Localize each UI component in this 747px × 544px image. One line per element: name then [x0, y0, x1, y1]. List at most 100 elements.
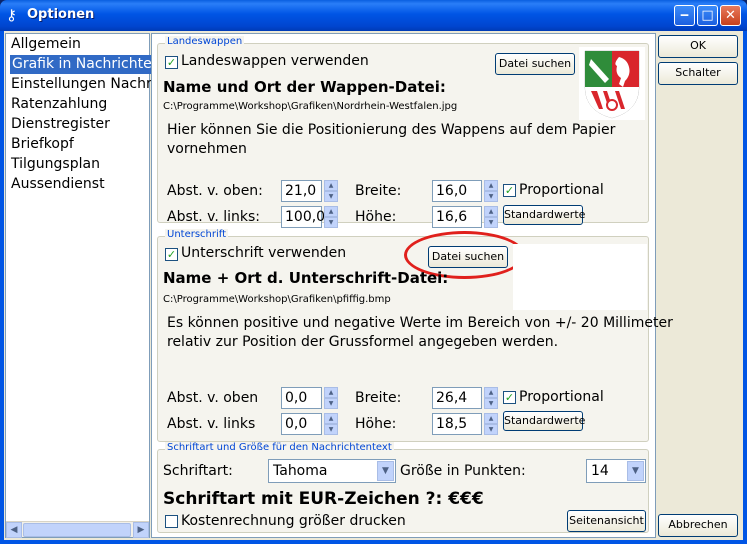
- coat-of-arms-image: [579, 47, 645, 120]
- spin-up-icon[interactable]: ▲: [484, 206, 498, 217]
- unterschrift-group-label: Unterschrift: [165, 229, 229, 240]
- landeswappen-breite-input[interactable]: 16,0: [432, 180, 482, 202]
- landeswappen-checkbox[interactable]: ✓: [165, 56, 178, 69]
- unterschrift-hint-line1: Es können positive und negative Werte im…: [167, 315, 673, 331]
- ok-button[interactable]: OK: [658, 35, 738, 58]
- spin-up-icon[interactable]: ▲: [484, 387, 498, 398]
- unterschrift-file-path: C:\Programme\Workshop\Grafiken\pfiffig.b…: [163, 294, 391, 305]
- seitenansicht-button[interactable]: Seitenansicht: [567, 510, 646, 532]
- spin-down-icon[interactable]: ▼: [484, 191, 498, 202]
- unterschrift-abst-oben-spinner[interactable]: ▲ ▼: [324, 387, 338, 409]
- font-select[interactable]: Tahoma ▼: [268, 459, 396, 483]
- unterschrift-proportional-checkbox[interactable]: ✓: [503, 391, 516, 404]
- spin-down-icon[interactable]: ▼: [324, 398, 338, 409]
- cancel-button[interactable]: Abbrechen: [658, 514, 738, 537]
- window-title: Optionen: [27, 7, 95, 22]
- spin-down-icon[interactable]: ▼: [484, 217, 498, 228]
- unterschrift-breite-input[interactable]: 26,4: [432, 387, 482, 409]
- nav-item-aussendienst[interactable]: Aussendienst: [11, 175, 105, 194]
- maximize-icon[interactable]: □: [697, 5, 718, 26]
- landeswappen-abst-links-spinner[interactable]: ▲ ▼: [324, 206, 338, 228]
- nav-item-ratenzahlung[interactable]: Ratenzahlung: [11, 95, 107, 114]
- unterschrift-hoehe-spinner[interactable]: ▲ ▼: [484, 413, 498, 435]
- close-icon[interactable]: ✕: [720, 5, 741, 26]
- landeswappen-browse-button[interactable]: Datei suchen: [495, 53, 575, 75]
- unterschrift-proportional-label[interactable]: Proportional: [519, 389, 604, 405]
- nav-item-briefkopf[interactable]: Briefkopf: [11, 135, 74, 154]
- unterschrift-breite-label: Breite:: [355, 390, 402, 406]
- unterschrift-abst-oben-input[interactable]: 0,0: [281, 387, 322, 409]
- nav-item-dienstregister[interactable]: Dienstregister: [11, 115, 110, 134]
- unterschrift-checkbox[interactable]: ✓: [165, 248, 178, 261]
- unterschrift-hoehe-input[interactable]: 18,5: [432, 413, 482, 435]
- schalter-button[interactable]: Schalter: [658, 62, 738, 85]
- large-print-label[interactable]: Kostenrechnung größer drucken: [181, 513, 406, 529]
- landeswappen-hint-line2: vornehmen: [167, 141, 247, 157]
- size-label: Größe in Punkten:: [400, 463, 526, 479]
- unterschrift-abst-links-input[interactable]: 0,0: [281, 413, 322, 435]
- unterschrift-breite-spinner[interactable]: ▲ ▼: [484, 387, 498, 409]
- unterschrift-standardwerte-button[interactable]: Standardwerte: [503, 411, 585, 431]
- size-select-value: 14: [591, 463, 609, 479]
- spin-up-icon[interactable]: ▲: [484, 413, 498, 424]
- unterschrift-abst-links-spinner[interactable]: ▲ ▼: [324, 413, 338, 435]
- landeswappen-proportional-checkbox[interactable]: ✓: [503, 184, 516, 197]
- size-select[interactable]: 14 ▼: [586, 459, 646, 483]
- font-sample-text: Schriftart mit EUR-Zeichen ?: €€€: [163, 489, 484, 509]
- landeswappen-abst-oben-spinner[interactable]: ▲ ▼: [324, 180, 338, 202]
- scrollbar-thumb[interactable]: [23, 523, 131, 537]
- key-icon: ⚷: [6, 6, 17, 24]
- spin-up-icon[interactable]: ▲: [324, 206, 338, 217]
- landeswappen-group: Landeswappen ✓ Landeswappen verwenden Da…: [157, 36, 649, 228]
- landeswappen-file-path: C:\Programme\Workshop\Grafiken\Nordrhein…: [163, 101, 458, 112]
- landeswappen-checkbox-label[interactable]: Landeswappen verwenden: [181, 53, 369, 69]
- spin-down-icon[interactable]: ▼: [324, 191, 338, 202]
- font-select-value: Tahoma: [273, 463, 328, 479]
- window-frame-bottom: [0, 540, 747, 544]
- unterschrift-checkbox-label[interactable]: Unterschrift verwenden: [181, 245, 346, 261]
- scroll-right-icon[interactable]: ▶: [133, 522, 149, 538]
- landeswappen-proportional-label[interactable]: Proportional: [519, 182, 604, 198]
- spin-down-icon[interactable]: ▼: [484, 424, 498, 435]
- landeswappen-hoehe-spinner[interactable]: ▲ ▼: [484, 206, 498, 228]
- landeswappen-breite-label: Breite:: [355, 183, 402, 199]
- spin-down-icon[interactable]: ▼: [324, 424, 338, 435]
- unterschrift-abst-oben-label: Abst. v. oben: [167, 390, 259, 406]
- landeswappen-standardwerte-button[interactable]: Standardwerte: [503, 205, 585, 225]
- scroll-left-icon[interactable]: ◀: [6, 522, 22, 538]
- font-group: Schriftart und Größe für den Nachrichten…: [157, 442, 649, 533]
- spin-up-icon[interactable]: ▲: [324, 180, 338, 191]
- category-list[interactable]: Allgemein Grafik in Nachrichten Einstell…: [5, 33, 195, 538]
- spin-up-icon[interactable]: ▲: [324, 413, 338, 424]
- large-print-checkbox[interactable]: [165, 515, 178, 528]
- landeswappen-abst-links-input[interactable]: 100,0: [281, 206, 325, 228]
- landeswappen-breite-spinner[interactable]: ▲ ▼: [484, 180, 498, 202]
- unterschrift-hoehe-label: Höhe:: [355, 416, 397, 432]
- nav-item-grafik-in-nachrichten[interactable]: Grafik in Nachrichten: [10, 55, 151, 74]
- nav-item-allgemein[interactable]: Allgemein: [11, 35, 81, 54]
- landeswappen-abst-oben-label: Abst. v. oben:: [167, 183, 263, 199]
- unterschrift-group: Unterschrift ✓ Unterschrift verwenden Da…: [157, 229, 673, 442]
- unterschrift-file-heading: Name + Ort d. Unterschrift-Datei:: [163, 269, 449, 287]
- chevron-down-icon[interactable]: ▼: [627, 461, 644, 481]
- title-bar[interactable]: ⚷ Optionen ‒ □ ✕: [0, 0, 747, 31]
- spin-up-icon[interactable]: ▲: [324, 387, 338, 398]
- spin-down-icon[interactable]: ▼: [324, 217, 338, 228]
- unterschrift-abst-links-label: Abst. v. links: [167, 416, 256, 432]
- nav-item-tilgungsplan[interactable]: Tilgungsplan: [11, 155, 100, 174]
- spin-down-icon[interactable]: ▼: [484, 398, 498, 409]
- window-frame-right: [743, 31, 747, 544]
- settings-panel: Landeswappen ✓ Landeswappen verwenden Da…: [151, 33, 673, 538]
- minimize-icon[interactable]: ‒: [674, 5, 695, 26]
- font-label: Schriftart:: [163, 463, 233, 479]
- horizontal-scrollbar[interactable]: ◀ ▶: [6, 521, 149, 538]
- unterschrift-hint-line2: relativ zur Position der Grussformel ang…: [167, 334, 559, 350]
- spin-up-icon[interactable]: ▲: [484, 180, 498, 191]
- landeswappen-file-heading: Name und Ort der Wappen-Datei:: [163, 78, 446, 96]
- landeswappen-hoehe-input[interactable]: 16,6: [432, 206, 482, 228]
- chevron-down-icon[interactable]: ▼: [377, 461, 394, 481]
- landeswappen-group-label: Landeswappen: [165, 36, 245, 47]
- landeswappen-abst-oben-input[interactable]: 21,0: [281, 180, 322, 202]
- font-group-label: Schriftart und Größe für den Nachrichten…: [165, 442, 394, 453]
- landeswappen-hint-line1: Hier können Sie die Positionierung des W…: [167, 122, 616, 138]
